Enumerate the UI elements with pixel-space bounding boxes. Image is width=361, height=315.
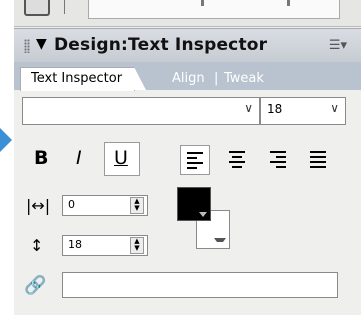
link-url-input[interactable] — [62, 272, 338, 298]
collapse-arrow-icon[interactable]: ▼ — [36, 36, 47, 52]
tab-align[interactable]: Align — [172, 71, 205, 86]
align-left-icon — [187, 152, 203, 172]
chevron-down-icon: ∨ — [330, 101, 339, 115]
tab-text-inspector[interactable]: Text Inspector — [20, 67, 147, 91]
font-size-select[interactable]: 18 ∨ — [260, 97, 346, 125]
link-icon: 🔗 — [24, 275, 47, 296]
underline-label: U — [114, 147, 128, 169]
expand-arrow-icon[interactable] — [0, 128, 12, 152]
align-justify-button[interactable] — [304, 145, 332, 173]
toolbar-field[interactable] — [88, 0, 340, 19]
panel-title-bar[interactable]: ▼ Design:Text Inspector ☰▾ — [14, 28, 361, 63]
previous-panel-sliver — [14, 0, 361, 27]
align-center-button[interactable] — [223, 145, 251, 173]
field-tick — [201, 0, 204, 6]
align-center-icon — [229, 151, 245, 171]
bold-button[interactable]: B — [34, 147, 48, 169]
align-right-icon — [270, 151, 286, 171]
italic-button[interactable]: I — [76, 147, 82, 169]
leading-value: 18 — [68, 238, 82, 251]
drag-grip-icon[interactable] — [24, 39, 30, 53]
field-tick — [287, 0, 290, 6]
tab-tweak[interactable]: Tweak — [224, 71, 264, 86]
panel-title: Design:Text Inspector — [54, 35, 268, 55]
leading-icon: ↕ — [30, 236, 44, 255]
chevron-down-icon: ∨ — [244, 101, 253, 115]
font-family-select[interactable]: ∨ — [22, 97, 260, 125]
toolbar-button[interactable] — [24, 0, 50, 16]
align-left-button[interactable] — [180, 145, 210, 175]
kerning-icon: |↔| — [26, 196, 51, 215]
kerning-value: 0 — [68, 198, 75, 211]
align-right-button[interactable] — [264, 145, 292, 173]
stepper-arrows-icon[interactable]: ▲ ▼ — [130, 237, 144, 254]
text-color-swatch[interactable] — [177, 187, 211, 221]
tab-separator: | — [214, 71, 219, 86]
underline-button[interactable]: U — [104, 142, 140, 176]
align-justify-icon — [310, 151, 326, 171]
font-size-value: 18 — [267, 102, 283, 116]
stepper-arrows-icon[interactable]: ▲ ▼ — [130, 197, 144, 214]
panel-menu-icon[interactable]: ☰▾ — [329, 38, 347, 53]
tab-strip: Text Inspector Align | Tweak — [14, 62, 361, 91]
toolbar-separator — [64, 0, 65, 14]
kerning-stepper[interactable]: 0 ▲ ▼ — [62, 195, 148, 216]
left-gutter — [0, 0, 14, 315]
leading-stepper[interactable]: 18 ▲ ▼ — [62, 235, 148, 256]
